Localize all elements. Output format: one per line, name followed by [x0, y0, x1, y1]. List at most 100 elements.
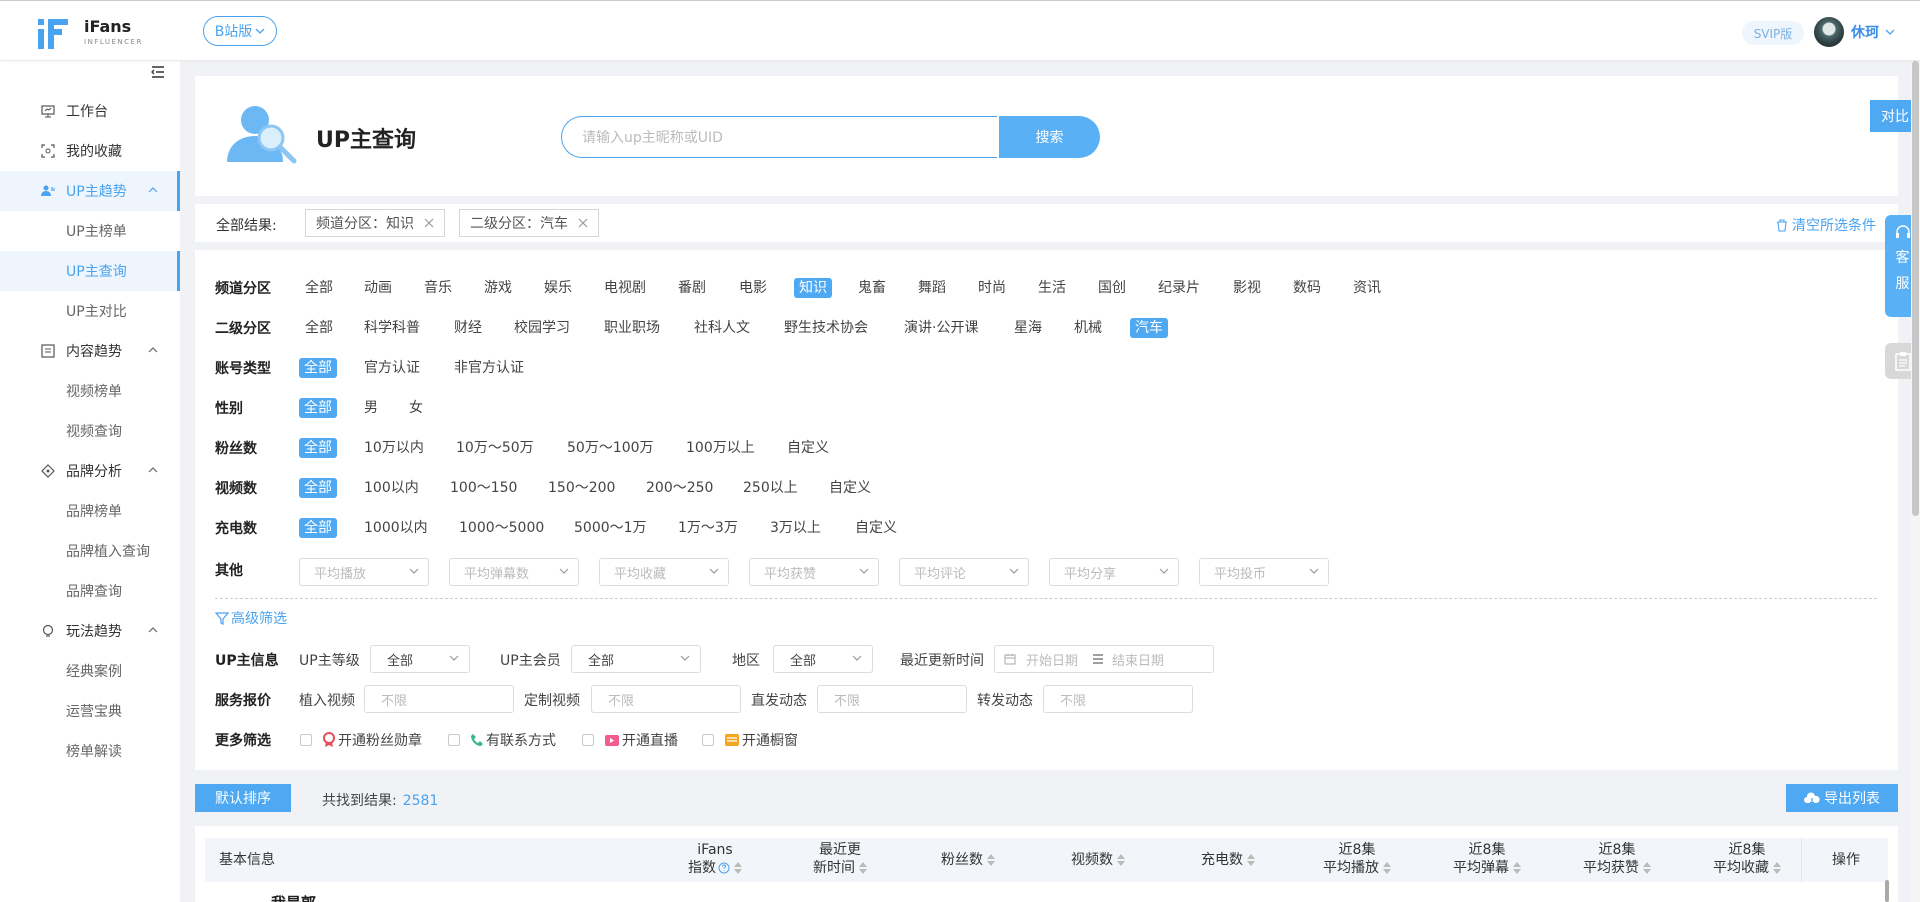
sidebar-item-up-search[interactable]: UP主查询 — [0, 251, 180, 291]
export-list-button[interactable]: 导出列表 — [1786, 784, 1898, 812]
scrollbar-thumb[interactable] — [1912, 61, 1919, 516]
sidebar-item-brand-placement[interactable]: 品牌植入查询 — [0, 531, 180, 571]
collapse-menu-icon[interactable] — [150, 65, 166, 79]
fans-option[interactable]: 50万～100万 — [567, 438, 654, 458]
th-last-update[interactable]: 最近更 新时间 — [795, 841, 885, 877]
fans-option-selected[interactable]: 全部 — [299, 438, 337, 458]
avatar[interactable] — [1814, 17, 1844, 47]
fans-option[interactable]: 自定义 — [787, 438, 829, 458]
avg-coin-dropdown[interactable]: 平均投币 — [1199, 558, 1329, 586]
th-avg-danmaku[interactable]: 近8集 平均弹幕 — [1437, 841, 1537, 877]
channel-option[interactable]: 鬼畜 — [858, 278, 886, 298]
date-range-picker[interactable]: 开始日期 结束日期 — [994, 645, 1214, 673]
channel-option[interactable]: 资讯 — [1353, 278, 1381, 298]
account-option[interactable]: 官方认证 — [364, 358, 420, 378]
videos-option[interactable]: 250以上 — [743, 478, 798, 498]
sub-option[interactable]: 演讲·公开课 — [904, 318, 978, 338]
avg-play-dropdown[interactable]: 平均播放 — [299, 558, 429, 586]
fans-option[interactable]: 10万～50万 — [456, 438, 534, 458]
sidebar-item-brand-rank[interactable]: 品牌榜单 — [0, 491, 180, 531]
fan-medal-option[interactable]: 开通粉丝勋章 — [322, 730, 422, 750]
videos-option[interactable]: 200～250 — [646, 478, 713, 498]
channel-option[interactable]: 影视 — [1233, 278, 1261, 298]
th-avg-favorite[interactable]: 近8集 平均收藏 — [1697, 841, 1797, 877]
charge-option[interactable]: 5000～1万 — [574, 518, 647, 538]
videos-option[interactable]: 100以内 — [364, 478, 419, 498]
condition-chip[interactable]: 频道分区：知识 — [305, 209, 445, 237]
page-scrollbar[interactable] — [1911, 61, 1920, 902]
sidebar-item-workbench[interactable]: 工作台 — [0, 91, 180, 131]
member-select[interactable]: 全部 — [571, 645, 701, 673]
sub-option[interactable]: 机械 — [1074, 318, 1102, 338]
videos-option-selected[interactable]: 全部 — [299, 478, 337, 498]
avg-like-dropdown[interactable]: 平均获赞 — [749, 558, 879, 586]
gender-option[interactable]: 男 — [364, 398, 378, 418]
close-icon[interactable] — [424, 218, 434, 228]
sidebar-item-brand-search[interactable]: 品牌查询 — [0, 571, 180, 611]
account-option[interactable]: 非官方认证 — [454, 358, 524, 378]
start-date-input[interactable]: 开始日期 — [1026, 650, 1078, 669]
videos-option[interactable]: 150～200 — [548, 478, 615, 498]
sidebar-item-brand-analysis[interactable]: 品牌分析 — [0, 451, 180, 491]
account-option-selected[interactable]: 全部 — [299, 358, 337, 378]
sub-option[interactable]: 星海 — [1014, 318, 1042, 338]
avg-comment-dropdown[interactable]: 平均评论 — [899, 558, 1029, 586]
sub-option[interactable]: 校园学习 — [514, 318, 570, 338]
sidebar-item-up-rank[interactable]: UP主榜单 — [0, 211, 180, 251]
avg-favorite-dropdown[interactable]: 平均收藏 — [599, 558, 729, 586]
search-input[interactable]: 请输入up主昵称或UID — [561, 116, 997, 158]
avg-share-dropdown[interactable]: 平均分享 — [1049, 558, 1179, 586]
th-charge[interactable]: 充电数 — [1183, 851, 1273, 869]
sidebar-item-ops-guide[interactable]: 运营宝典 — [0, 691, 180, 731]
sub-option-selected[interactable]: 汽车 — [1130, 318, 1168, 338]
default-sort-button[interactable]: 默认排序 — [195, 784, 291, 812]
sidebar-item-video-search[interactable]: 视频查询 — [0, 411, 180, 451]
th-avg-play[interactable]: 近8集 平均播放 — [1307, 841, 1407, 877]
channel-option[interactable]: 生活 — [1038, 278, 1066, 298]
th-avg-like[interactable]: 近8集 平均获赞 — [1567, 841, 1667, 877]
fans-option[interactable]: 100万以上 — [686, 438, 755, 458]
sidebar-item-cases[interactable]: 经典案例 — [0, 651, 180, 691]
charge-option[interactable]: 3万以上 — [770, 518, 821, 538]
ifans-logo[interactable] — [38, 17, 70, 51]
search-button[interactable]: 搜索 — [999, 116, 1100, 158]
condition-chip[interactable]: 二级分区：汽车 — [459, 209, 599, 237]
sub-option[interactable]: 科学科普 — [364, 318, 420, 338]
channel-option[interactable]: 音乐 — [424, 278, 452, 298]
table-scrollbar[interactable] — [1885, 880, 1889, 902]
sub-option[interactable]: 职业职场 — [604, 318, 660, 338]
sub-option[interactable]: 野生技术协会 — [784, 318, 868, 338]
sidebar-item-content-trend[interactable]: 内容趋势 — [0, 331, 180, 371]
shop-option[interactable]: 开通橱窗 — [724, 730, 798, 750]
channel-option[interactable]: 动画 — [364, 278, 392, 298]
avg-danmaku-dropdown[interactable]: 平均弹幕数 — [449, 558, 579, 586]
price-input[interactable]: 不限 — [364, 685, 514, 713]
channel-option[interactable]: 数码 — [1293, 278, 1321, 298]
sidebar-item-play-trend[interactable]: 玩法趋势 — [0, 611, 180, 651]
fan-medal-checkbox[interactable] — [300, 734, 312, 746]
user-menu[interactable]: 休珂 — [1851, 22, 1895, 42]
live-checkbox[interactable] — [582, 734, 594, 746]
channel-option[interactable]: 舞蹈 — [918, 278, 946, 298]
channel-option[interactable]: 时尚 — [978, 278, 1006, 298]
end-date-input[interactable]: 结束日期 — [1112, 650, 1164, 669]
charge-option[interactable]: 1000以内 — [364, 518, 428, 538]
price-input[interactable]: 不限 — [1043, 685, 1193, 713]
first-row-name[interactable]: 我是郭 — [271, 892, 316, 902]
close-icon[interactable] — [578, 218, 588, 228]
channel-option[interactable]: 纪录片 — [1158, 278, 1200, 298]
clear-conditions-button[interactable]: 清空所选条件 — [1776, 215, 1876, 235]
sub-option[interactable]: 全部 — [305, 318, 333, 338]
charge-option[interactable]: 1000～5000 — [459, 518, 544, 538]
advanced-filter-toggle[interactable]: 高级筛选 — [215, 608, 287, 628]
th-videos[interactable]: 视频数 — [1053, 851, 1143, 869]
shop-checkbox[interactable] — [702, 734, 714, 746]
sidebar-item-up-trend[interactable]: UP主趋势 — [0, 171, 180, 211]
charge-option[interactable]: 1万～3万 — [678, 518, 738, 538]
sidebar-item-video-rank[interactable]: 视频榜单 — [0, 371, 180, 411]
channel-option[interactable]: 全部 — [305, 278, 333, 298]
channel-option[interactable]: 番剧 — [678, 278, 706, 298]
price-input[interactable]: 不限 — [591, 685, 741, 713]
contact-checkbox[interactable] — [448, 734, 460, 746]
sidebar-item-rank-insight[interactable]: 榜单解读 — [0, 731, 180, 771]
